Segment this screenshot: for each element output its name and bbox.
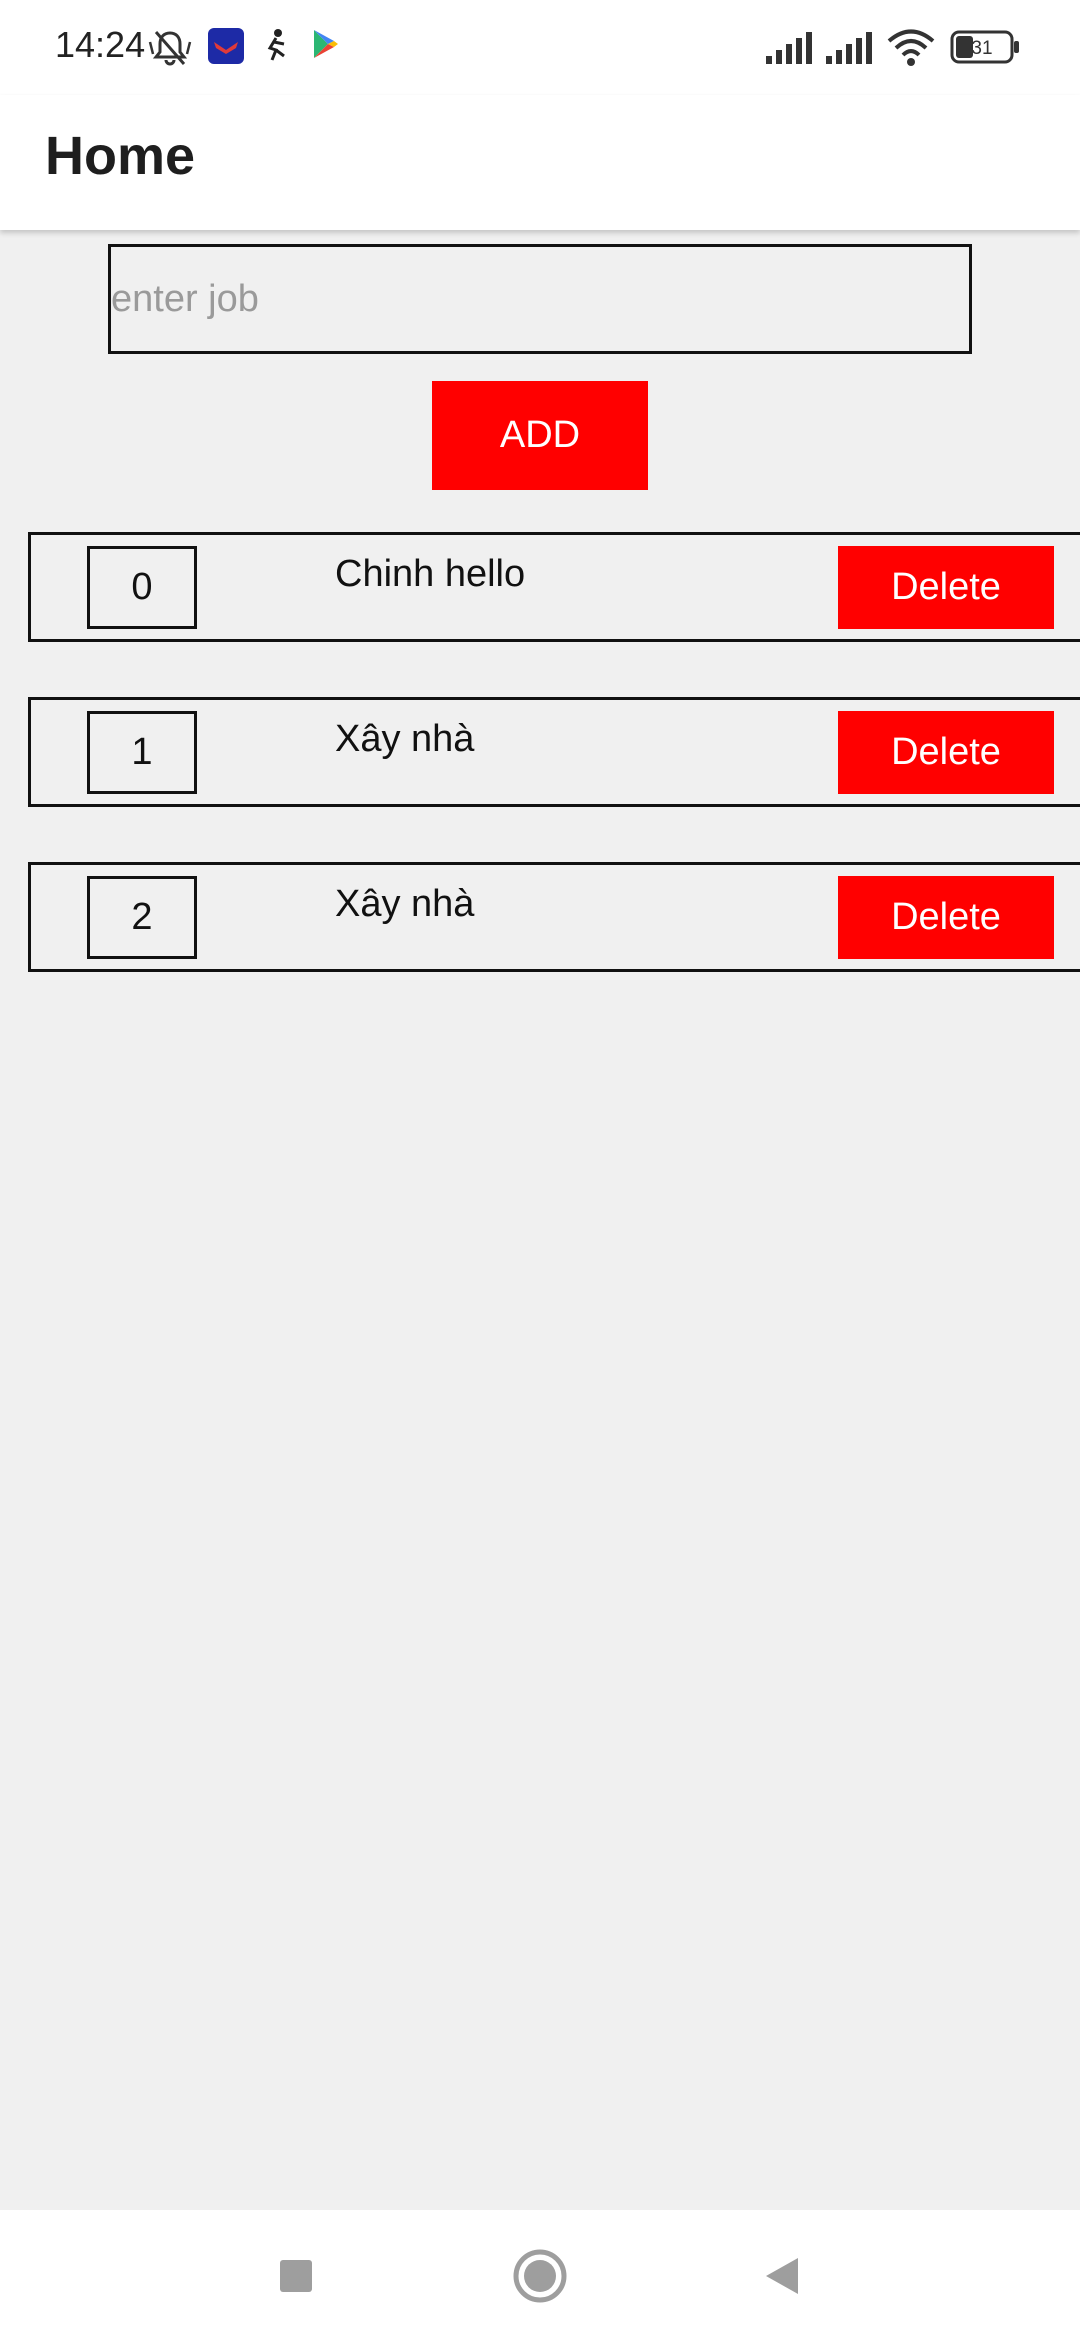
job-row: 0 Chinh hello Delete	[28, 532, 1080, 642]
recents-icon	[280, 2260, 312, 2292]
job-index: 1	[87, 711, 197, 794]
add-button[interactable]: ADD	[432, 381, 648, 490]
navigation-bar	[0, 2210, 1080, 2340]
delete-button[interactable]: Delete	[838, 876, 1054, 959]
job-name: Xây nhà	[335, 883, 475, 925]
signal-icon	[826, 30, 878, 71]
app-bar: Home	[0, 95, 1080, 230]
battery-level: 31	[971, 38, 992, 59]
page-title: Home	[45, 126, 196, 186]
delete-button[interactable]: Delete	[838, 546, 1054, 629]
app-notification-icon	[208, 28, 244, 69]
job-index: 2	[87, 876, 197, 959]
home-button[interactable]	[510, 2246, 570, 2306]
job-row: 1 Xây nhà Delete	[28, 697, 1080, 807]
delete-button[interactable]: Delete	[838, 711, 1054, 794]
job-row: 2 Xây nhà Delete	[28, 862, 1080, 972]
sports-app-icon	[262, 28, 290, 69]
play-store-icon	[312, 28, 338, 65]
back-button[interactable]	[752, 2246, 812, 2306]
status-bar: 14:24 31	[0, 0, 1080, 95]
status-time: 14:24	[55, 24, 146, 65]
wifi-icon	[886, 28, 936, 73]
home-icon	[513, 2249, 567, 2303]
signal-icon	[766, 30, 818, 71]
recents-button[interactable]	[266, 2246, 326, 2306]
job-name: Chinh hello	[335, 553, 526, 595]
back-icon	[766, 2258, 798, 2294]
muted-bell-icon	[148, 28, 192, 73]
screen: 14:24 31 Home enter job ADD 0 Chinh hell…	[0, 0, 1080, 2340]
job-index: 0	[87, 546, 197, 629]
job-input[interactable]	[108, 244, 972, 354]
battery-icon: 31	[950, 30, 1020, 69]
job-name: Xây nhà	[335, 718, 475, 760]
